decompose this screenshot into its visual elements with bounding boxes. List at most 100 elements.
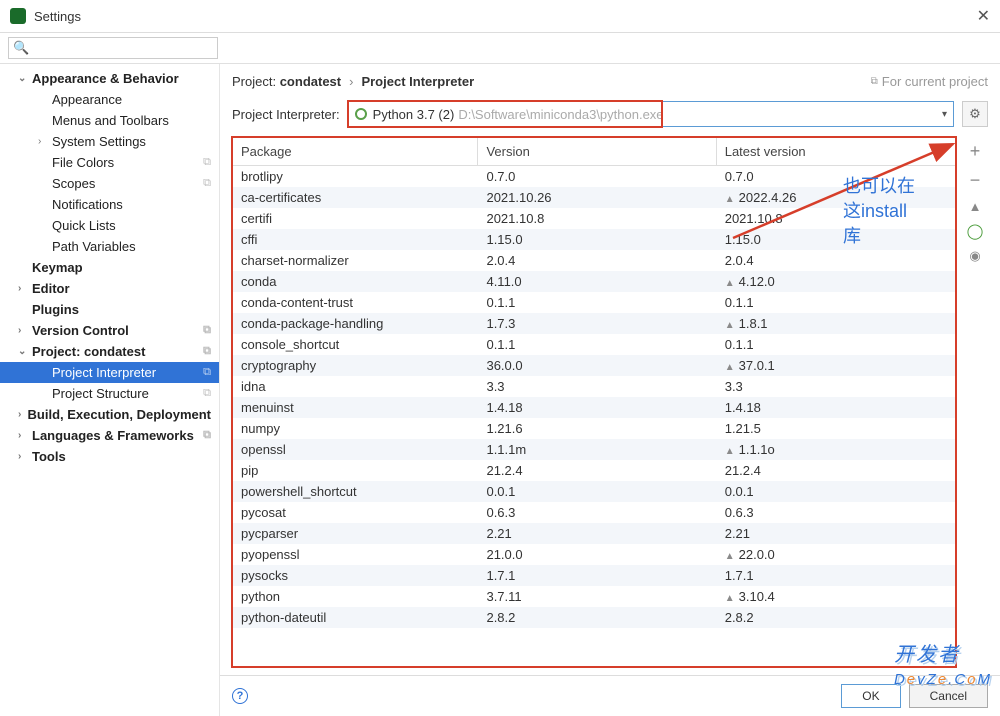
sidebar-item-notifications[interactable]: Notifications <box>0 194 219 215</box>
cell-package: pycosat <box>233 502 478 523</box>
table-row[interactable]: cffi1.15.01.15.0 <box>233 229 955 250</box>
cell-version: 0.6.3 <box>478 502 716 523</box>
table-row[interactable]: pycparser2.212.21 <box>233 523 955 544</box>
add-package-button[interactable]: + <box>965 141 985 162</box>
table-row[interactable]: python3.7.11▲3.10.4 <box>233 586 955 607</box>
python-icon <box>355 108 367 120</box>
sidebar-item-path-variables[interactable]: Path Variables <box>0 236 219 257</box>
sidebar-item-keymap[interactable]: Keymap <box>0 257 219 278</box>
sidebar-item-menus-and-toolbars[interactable]: Menus and Toolbars <box>0 110 219 131</box>
cell-package: conda-content-trust <box>233 292 478 313</box>
chevron-icon: ⌄ <box>18 346 30 357</box>
cancel-button[interactable]: Cancel <box>909 684 988 708</box>
gear-icon: ⚙ <box>969 106 981 122</box>
footer: ? OK Cancel <box>220 675 1000 716</box>
project-scope-icon: ⧉ <box>203 345 211 358</box>
sidebar-item-scopes[interactable]: Scopes⧉ <box>0 173 219 194</box>
col-package[interactable]: Package <box>233 138 478 165</box>
table-row[interactable]: charset-normalizer2.0.42.0.4 <box>233 250 955 271</box>
remove-package-button[interactable]: − <box>965 170 985 191</box>
table-row[interactable]: python-dateutil2.8.22.8.2 <box>233 607 955 628</box>
cell-latest: 0.6.3 <box>717 502 955 523</box>
table-row[interactable]: ca-certificates2021.10.26▲2022.4.26 <box>233 187 955 208</box>
sidebar-item-tools[interactable]: ›Tools <box>0 446 219 467</box>
help-button[interactable]: ? <box>232 688 248 704</box>
table-row[interactable]: conda-content-trust0.1.10.1.1 <box>233 292 955 313</box>
col-version[interactable]: Version <box>478 138 716 165</box>
col-latest[interactable]: Latest version <box>717 138 955 165</box>
settings-tree[interactable]: ⌄Appearance & BehaviorAppearanceMenus an… <box>0 64 220 716</box>
table-row[interactable]: certifi2021.10.82021.10.8 <box>233 208 955 229</box>
table-header: Package Version Latest version <box>233 138 955 166</box>
upgrade-indicator-icon: ▲ <box>725 362 735 373</box>
cell-package: pyopenssl <box>233 544 478 565</box>
cell-package: numpy <box>233 418 478 439</box>
gear-button[interactable]: ⚙ <box>962 101 988 127</box>
sidebar-item-quick-lists[interactable]: Quick Lists <box>0 215 219 236</box>
sidebar-item-appearance-behavior[interactable]: ⌄Appearance & Behavior <box>0 68 219 89</box>
cell-latest: 1.4.18 <box>717 397 955 418</box>
cell-package: cryptography <box>233 355 478 376</box>
table-row[interactable]: conda4.11.0▲4.12.0 <box>233 271 955 292</box>
sidebar-label: Keymap <box>32 260 83 275</box>
cell-latest: ▲22.0.0 <box>717 544 955 565</box>
cell-latest: 0.1.1 <box>717 334 955 355</box>
cell-package: brotlipy <box>233 166 478 187</box>
sidebar-label: Tools <box>32 449 66 464</box>
cell-package: pysocks <box>233 565 478 586</box>
sidebar-item-version-control[interactable]: ›Version Control⧉ <box>0 320 219 341</box>
table-row[interactable]: pyopenssl21.0.0▲22.0.0 <box>233 544 955 565</box>
sidebar-label: File Colors <box>52 155 114 170</box>
interpreter-name: Python 3.7 (2) <box>373 107 455 122</box>
cell-version: 21.2.4 <box>478 460 716 481</box>
table-row[interactable]: pysocks1.7.11.7.1 <box>233 565 955 586</box>
table-row[interactable]: menuinst1.4.181.4.18 <box>233 397 955 418</box>
refresh-button[interactable]: ◯ <box>965 222 985 240</box>
table-row[interactable]: console_shortcut0.1.10.1.1 <box>233 334 955 355</box>
sidebar-item-project-condatest[interactable]: ⌄Project: condatest⧉ <box>0 341 219 362</box>
interpreter-dropdown[interactable]: Python 3.7 (2) D:\Software\miniconda3\py… <box>348 101 954 127</box>
sidebar-label: Project Structure <box>52 386 149 401</box>
sidebar-item-project-structure[interactable]: Project Structure⧉ <box>0 383 219 404</box>
chevron-down-icon: ▾ <box>942 109 947 120</box>
table-row[interactable]: pycosat0.6.30.6.3 <box>233 502 955 523</box>
sidebar-item-build-execution-deployment[interactable]: ›Build, Execution, Deployment <box>0 404 219 425</box>
upgrade-package-button[interactable]: ▲ <box>965 199 985 214</box>
table-row[interactable]: powershell_shortcut0.0.10.0.1 <box>233 481 955 502</box>
upgrade-indicator-icon: ▲ <box>725 278 735 289</box>
search-input[interactable] <box>32 41 213 55</box>
sidebar-item-file-colors[interactable]: File Colors⧉ <box>0 152 219 173</box>
table-row[interactable]: openssl1.1.1m▲1.1.1o <box>233 439 955 460</box>
interpreter-row: Project Interpreter: Python 3.7 (2) D:\S… <box>220 95 1000 137</box>
ok-button[interactable]: OK <box>841 684 900 708</box>
table-row[interactable]: idna3.33.3 <box>233 376 955 397</box>
interpreter-label: Project Interpreter: <box>232 107 340 122</box>
table-row[interactable]: brotlipy0.7.00.7.0 <box>233 166 955 187</box>
cell-package: python <box>233 586 478 607</box>
body: ⌄Appearance & BehaviorAppearanceMenus an… <box>0 64 1000 716</box>
search-box[interactable]: 🔍 <box>8 37 218 59</box>
cell-package: openssl <box>233 439 478 460</box>
table-row[interactable]: conda-package-handling1.7.3▲1.8.1 <box>233 313 955 334</box>
cell-version: 36.0.0 <box>478 355 716 376</box>
table-row[interactable]: numpy1.21.61.21.5 <box>233 418 955 439</box>
show-button[interactable]: ◉ <box>965 248 985 264</box>
copy-icon: ⧉ <box>871 76 878 87</box>
sidebar-item-project-interpreter[interactable]: Project Interpreter⧉ <box>0 362 219 383</box>
cell-package: pycparser <box>233 523 478 544</box>
cell-version: 2.0.4 <box>478 250 716 271</box>
sidebar-label: Quick Lists <box>52 218 116 233</box>
table-row[interactable]: cryptography36.0.0▲37.0.1 <box>233 355 955 376</box>
settings-window: Settings ✕ 🔍 ⌄Appearance & BehaviorAppea… <box>0 0 1000 716</box>
sidebar-item-system-settings[interactable]: ›System Settings <box>0 131 219 152</box>
sidebar-item-editor[interactable]: ›Editor <box>0 278 219 299</box>
table-row[interactable]: pip21.2.421.2.4 <box>233 460 955 481</box>
sidebar-item-appearance[interactable]: Appearance <box>0 89 219 110</box>
table-body[interactable]: brotlipy0.7.00.7.0ca-certificates2021.10… <box>233 166 955 666</box>
cell-latest: 1.7.1 <box>717 565 955 586</box>
sidebar-item-plugins[interactable]: Plugins <box>0 299 219 320</box>
chevron-icon: › <box>38 136 50 147</box>
cell-version: 2021.10.8 <box>478 208 716 229</box>
sidebar-item-languages-frameworks[interactable]: ›Languages & Frameworks⧉ <box>0 425 219 446</box>
close-icon[interactable]: ✕ <box>977 6 990 26</box>
